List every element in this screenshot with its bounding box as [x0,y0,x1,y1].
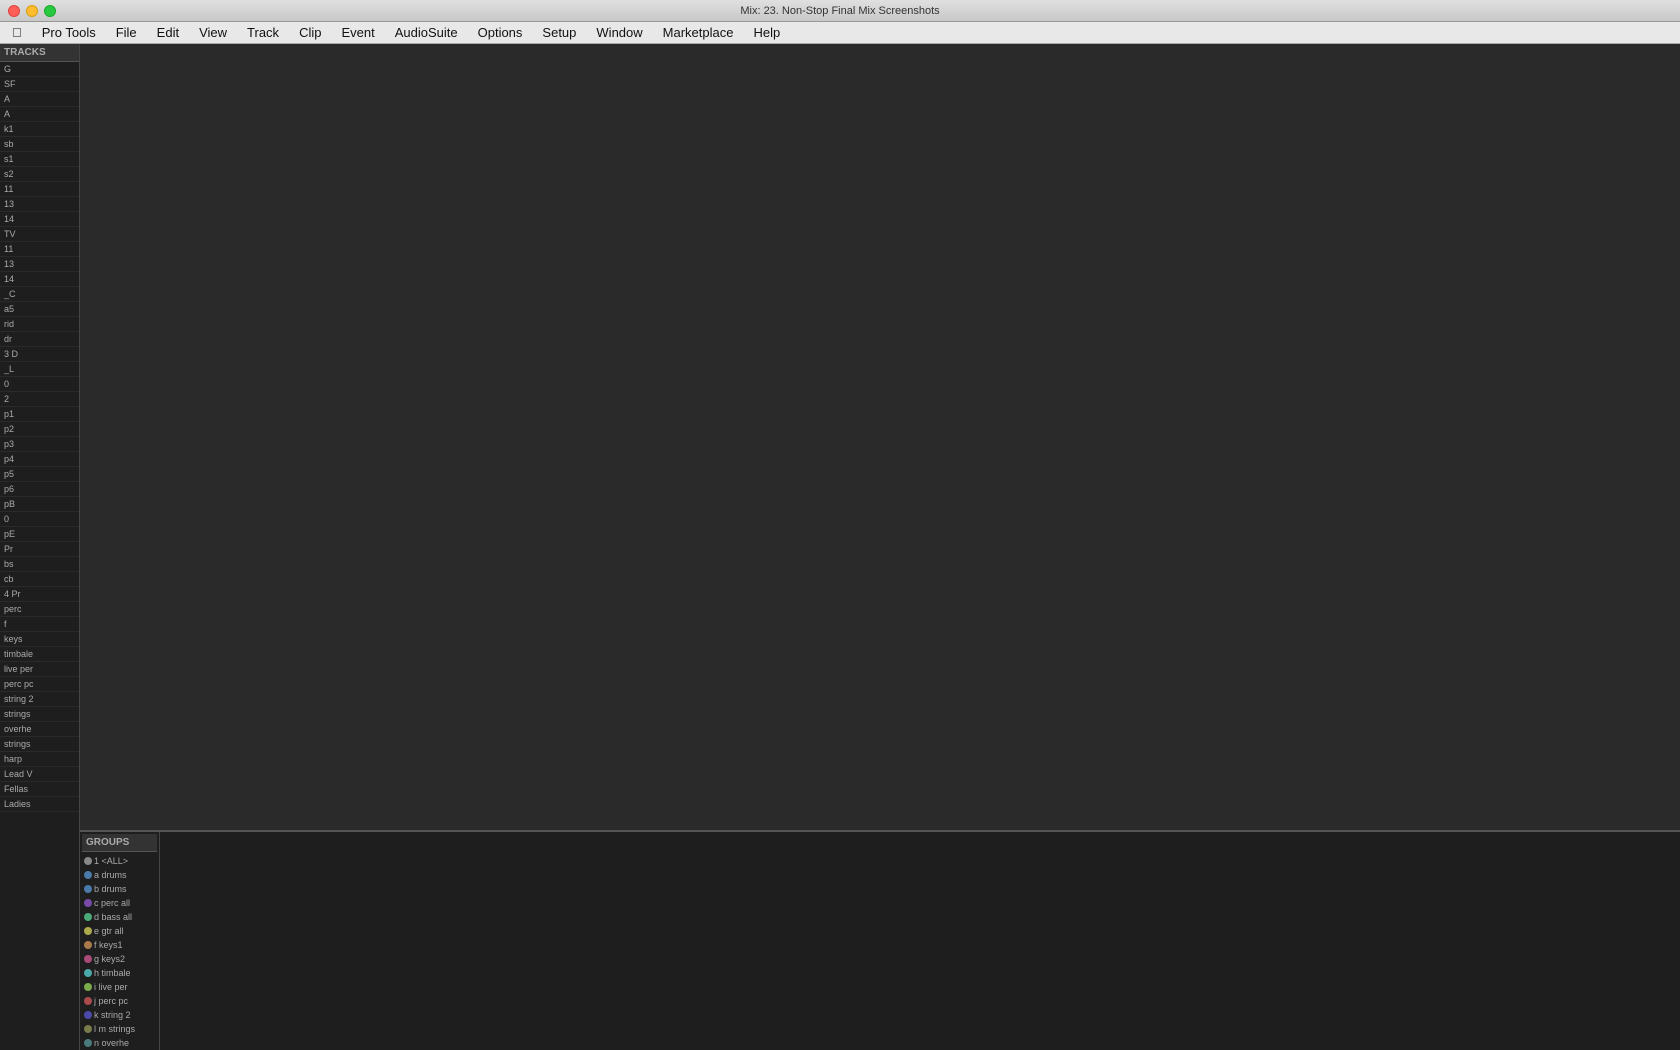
menu-audiosuite[interactable]: AudioSuite [387,23,466,42]
close-button[interactable] [8,5,20,17]
menu-options[interactable]: Options [470,23,531,42]
group-item[interactable]: n overhe [82,1036,157,1050]
group-item[interactable]: j perc pc [82,994,157,1008]
track-item[interactable]: 11 [0,182,79,197]
track-item[interactable]: Ladies [0,797,79,812]
group-item[interactable]: h timbale [82,966,157,980]
track-item[interactable]: G [0,62,79,77]
group-item[interactable]: a drums [82,868,157,882]
track-item[interactable]: p2 [0,422,79,437]
group-item[interactable]: l m strings [82,1022,157,1036]
track-item[interactable]: 14 [0,212,79,227]
track-item[interactable]: A [0,107,79,122]
track-item[interactable]: sb [0,137,79,152]
track-item[interactable]: rid [0,317,79,332]
track-item[interactable]: 3 D [0,347,79,362]
track-item[interactable]: _C [0,287,79,302]
track-item[interactable]: p6 [0,482,79,497]
track-item[interactable]: string 2 [0,692,79,707]
track-item[interactable]: p1 [0,407,79,422]
track-item[interactable]: p3 [0,437,79,452]
track-item[interactable]: keys [0,632,79,647]
groups-list: 1 <ALL>a drumsb drumsc perc alld bass al… [82,854,157,1050]
channels-container[interactable] [80,44,1680,830]
track-item[interactable]: perc [0,602,79,617]
menu-edit[interactable]: Edit [149,23,187,42]
track-item[interactable]: k1 [0,122,79,137]
track-item[interactable]: a5 [0,302,79,317]
maximize-button[interactable] [44,5,56,17]
tracks-header: TRACKS [0,44,79,62]
menu-view[interactable]: View [191,23,235,42]
track-item[interactable]: s1 [0,152,79,167]
menu-setup[interactable]: Setup [534,23,584,42]
track-item[interactable]: 13 [0,257,79,272]
track-item[interactable]: bs [0,557,79,572]
track-item[interactable]: timbale [0,647,79,662]
track-item[interactable]: live per [0,662,79,677]
window-title: Mix: 23. Non-Stop Final Mix Screenshots [740,5,939,17]
track-item[interactable]: SF [0,77,79,92]
track-item[interactable]: pE [0,527,79,542]
track-item[interactable]: TV [0,227,79,242]
menubar:  Pro Tools File Edit View Track Clip Ev… [0,22,1680,44]
track-item[interactable]: 0 [0,377,79,392]
track-item[interactable]: 0 [0,512,79,527]
menu-protools[interactable]: Pro Tools [34,23,104,42]
track-item[interactable]: Pr [0,542,79,557]
group-item[interactable]: 1 <ALL> [82,854,157,868]
track-item[interactable]: 2 [0,392,79,407]
track-item[interactable]: A [0,92,79,107]
track-item[interactable]: Lead V [0,767,79,782]
menu-apple[interactable]:  [4,23,30,42]
menu-marketplace[interactable]: Marketplace [655,23,742,42]
minimize-button[interactable] [26,5,38,17]
track-item[interactable]: p5 [0,467,79,482]
track-item[interactable]: pB [0,497,79,512]
track-item[interactable]: overhe [0,722,79,737]
track-item[interactable]: 13 [0,197,79,212]
group-item[interactable]: d bass all [82,910,157,924]
group-item[interactable]: c perc all [82,896,157,910]
track-item[interactable]: dr [0,332,79,347]
group-item[interactable]: k string 2 [82,1008,157,1022]
track-item[interactable]: 14 [0,272,79,287]
groups-header: GROUPS [82,834,157,852]
group-item[interactable]: b drums [82,882,157,896]
mixer-area: GROUPS 1 <ALL>a drumsb drumsc perc alld … [80,44,1680,1050]
track-item[interactable]: 11 [0,242,79,257]
group-item[interactable]: e gtr all [82,924,157,938]
tracks-panel: TRACKS GSFAAk1sbs1s2111314TV111314_Ca5ri… [0,44,80,1050]
track-item[interactable]: harp [0,752,79,767]
groups-panel: GROUPS 1 <ALL>a drumsb drumsc perc alld … [80,830,1680,1050]
tracks-header-label: TRACKS [4,47,46,58]
track-item[interactable]: _L [0,362,79,377]
group-item[interactable]: g keys2 [82,952,157,966]
track-item[interactable]: s2 [0,167,79,182]
track-list[interactable]: GSFAAk1sbs1s2111314TV111314_Ca5riddr3 D_… [0,62,79,1050]
track-item[interactable]: perc pc [0,677,79,692]
track-item[interactable]: strings [0,737,79,752]
track-item[interactable]: f [0,617,79,632]
track-item[interactable]: cb [0,572,79,587]
menu-clip[interactable]: Clip [291,23,329,42]
menu-file[interactable]: File [108,23,145,42]
track-item[interactable]: p4 [0,452,79,467]
track-item[interactable]: Fellas [0,782,79,797]
groups-content[interactable] [160,832,1680,1050]
traffic-lights [8,5,56,17]
group-item[interactable]: i live per [82,980,157,994]
menu-event[interactable]: Event [333,23,382,42]
menu-help[interactable]: Help [745,23,788,42]
group-item[interactable]: f keys1 [82,938,157,952]
track-item[interactable]: strings [0,707,79,722]
main-container: TRACKS GSFAAk1sbs1s2111314TV111314_Ca5ri… [0,44,1680,1050]
titlebar: Mix: 23. Non-Stop Final Mix Screenshots [0,0,1680,22]
menu-window[interactable]: Window [588,23,650,42]
menu-track[interactable]: Track [239,23,287,42]
track-item[interactable]: 4 Pr [0,587,79,602]
groups-sidebar: GROUPS 1 <ALL>a drumsb drumsc perc alld … [80,832,160,1050]
